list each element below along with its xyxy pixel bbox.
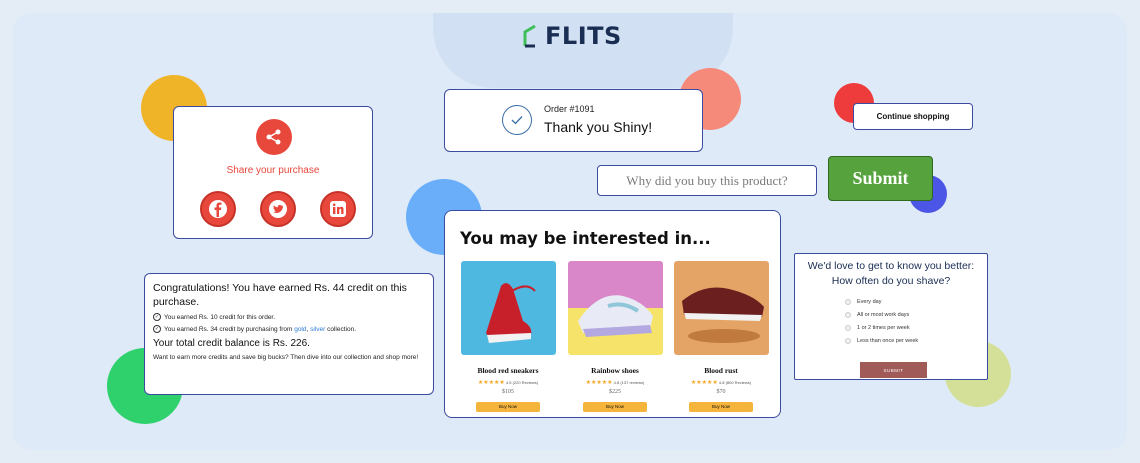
star-rating-icon: ★★★★★: [585, 380, 613, 386]
house-logo-icon: [523, 24, 536, 48]
check-circle-icon: [502, 105, 532, 135]
facebook-icon: [209, 200, 227, 218]
product-name: Rainbow shoes: [591, 366, 639, 375]
survey-question: We'd love to get to know you better: How…: [807, 260, 975, 287]
check-circle-icon: ✓: [153, 325, 161, 333]
why-bought-input[interactable]: Why did you buy this product?: [597, 165, 817, 196]
survey-option[interactable]: All or most work days: [845, 308, 918, 321]
order-number: Order #1091: [544, 104, 595, 114]
twitter-icon: [269, 200, 287, 218]
star-rating-icon: ★★★★★: [477, 380, 505, 386]
linkedin-share-button[interactable]: [320, 191, 356, 227]
product-price: $70: [716, 389, 726, 395]
product-card[interactable]: Blood rust ★★★★★ 4.8 (800 Reviews) $70 B…: [673, 261, 769, 413]
survey-option[interactable]: Less than once per week: [845, 334, 918, 347]
facebook-share-button[interactable]: [200, 191, 236, 227]
red-sneaker-image: [460, 261, 556, 355]
product-rating: ★★★★★ 4.5 (220 Reviews): [477, 380, 539, 386]
credit-line-text: You earned Rs. 34 credit by purchasing f…: [164, 325, 357, 333]
order-confirmation-card: Order #1091 Thank you Shiny!: [444, 89, 703, 152]
credit-line-order: ✓ You earned Rs. 10 credit for this orde…: [153, 313, 425, 321]
buy-now-button[interactable]: Buy Now: [476, 402, 540, 412]
radio-icon[interactable]: [845, 298, 851, 305]
share-button[interactable]: [256, 119, 292, 155]
product-rating: ★★★★★ 4.8 (137 reviews): [585, 380, 645, 386]
survey-options: Every day All or most work days 1 or 2 t…: [845, 295, 918, 347]
brand-logo: FLITS: [523, 22, 622, 50]
continue-shopping-button[interactable]: Continue shopping: [853, 103, 973, 130]
credit-footer: Want to earn more credits and save big b…: [153, 354, 419, 361]
buy-now-button[interactable]: Buy Now: [583, 402, 647, 412]
radio-icon[interactable]: [845, 337, 851, 344]
linkedin-icon: [330, 201, 346, 217]
product-price: $225: [609, 389, 621, 395]
survey-option[interactable]: 1 or 2 times per week: [845, 321, 918, 334]
gold-collection-link[interactable]: gold: [294, 326, 306, 333]
share-card: Share your purchase: [173, 106, 373, 239]
twitter-share-button[interactable]: [260, 191, 296, 227]
brand-name: FLITS: [545, 22, 622, 50]
share-title: Share your purchase: [226, 165, 320, 176]
product-card[interactable]: Blood red sneakers ★★★★★ 4.5 (220 Review…: [460, 261, 556, 413]
check-circle-icon: ✓: [153, 313, 161, 321]
credit-summary-card: Congratulations! You have earned Rs. 44 …: [144, 273, 434, 395]
product-name: Blood red sneakers: [477, 366, 539, 375]
survey-option[interactable]: Every day: [845, 295, 918, 308]
product-rating: ★★★★★ 4.8 (800 Reviews): [690, 380, 752, 386]
silver-collection-link[interactable]: silver: [310, 326, 325, 333]
radio-icon[interactable]: [845, 311, 851, 318]
submit-button[interactable]: Submit: [828, 156, 933, 201]
product-price: $105: [502, 389, 514, 395]
share-icon: [266, 129, 281, 145]
rainbow-shoe-image: [567, 261, 663, 355]
product-name: Blood rust: [704, 366, 738, 375]
product-card[interactable]: Rainbow shoes ★★★★★ 4.8 (137 reviews) $2…: [567, 261, 663, 413]
radio-icon[interactable]: [845, 324, 851, 331]
buy-now-button[interactable]: Buy Now: [689, 402, 753, 412]
recommendations-title: You may be interested in...: [460, 229, 711, 248]
thank-you-message: Thank you Shiny!: [544, 119, 653, 135]
credit-line-text: You earned Rs. 10 credit for this order.: [164, 313, 276, 321]
credit-line-collection: ✓ You earned Rs. 34 credit by purchasing…: [153, 325, 425, 333]
rust-shoe-image: [673, 261, 769, 355]
credit-total: Your total credit balance is Rs. 226.: [153, 338, 310, 349]
survey-card: We'd love to get to know you better: How…: [794, 253, 988, 380]
survey-submit-button[interactable]: SUBMIT: [860, 362, 927, 378]
recommendations-card: You may be interested in... Blood red sn…: [444, 210, 781, 418]
credit-title: Congratulations! You have earned Rs. 44 …: [153, 282, 407, 308]
star-rating-icon: ★★★★★: [690, 380, 718, 386]
